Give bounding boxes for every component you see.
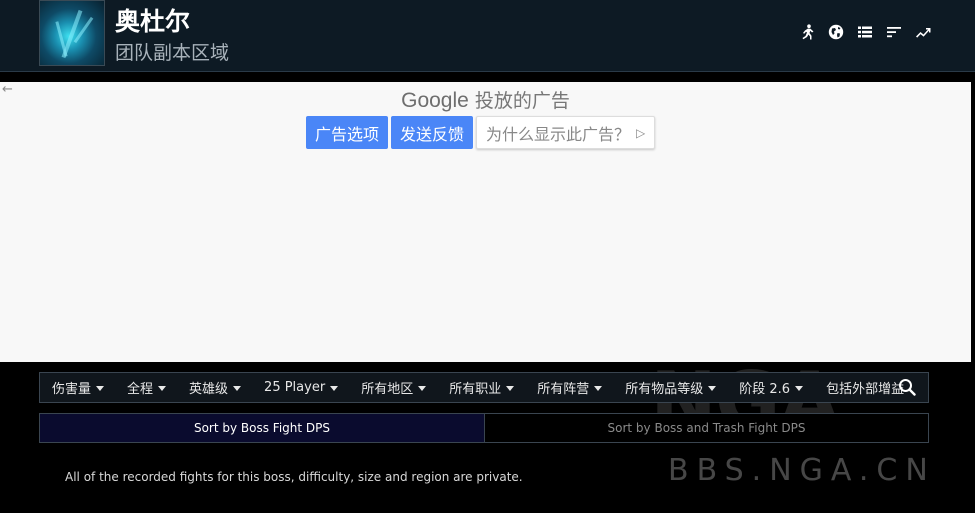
nga-watermark-text: BBS.NGA.CN	[668, 453, 936, 488]
caret-down-icon	[233, 386, 242, 391]
filter-label: 所有职业	[449, 382, 502, 397]
caret-down-icon	[418, 386, 427, 391]
caret-down-icon	[158, 386, 167, 391]
caret-down-icon	[795, 386, 804, 391]
header-toolbar	[799, 22, 931, 42]
ad-why-button[interactable]: 为什么显示此广告？ ▷	[476, 116, 656, 149]
tab-boss-and-trash-dps[interactable]: Sort by Boss and Trash Fight DPS	[485, 414, 928, 442]
filter-region[interactable]: 所有地区	[349, 378, 437, 397]
filter-size[interactable]: 25 Player	[252, 380, 349, 395]
filter-bar: 伤害量 全程 英雄级 25 Player 所有地区 所有职业 所有阵营 所有物品…	[39, 372, 929, 403]
filter-label: 25 Player	[264, 380, 326, 395]
zone-image	[39, 0, 105, 66]
zone-header: 奥杜尔 团队副本区域	[0, 0, 975, 72]
search-icon[interactable]	[898, 378, 918, 398]
sort-tabs: Sort by Boss Fight DPS Sort by Boss and …	[39, 413, 929, 443]
runner-icon[interactable]	[799, 22, 815, 42]
globe-icon[interactable]	[828, 22, 844, 42]
caret-down-icon	[708, 386, 717, 391]
filter-class[interactable]: 所有职业	[437, 378, 525, 397]
filter-label: 所有物品等级	[625, 382, 704, 397]
filter-item-level[interactable]: 所有物品等级	[613, 378, 727, 397]
caret-down-icon	[330, 386, 339, 391]
filter-label: 全程	[127, 382, 154, 397]
filter-label: 伤害量	[52, 382, 92, 397]
adchoices-icon: ▷	[636, 125, 646, 140]
caret-down-icon	[96, 386, 105, 391]
ad-brand: Google 投放的广告	[0, 86, 971, 113]
filter-fight-scope[interactable]: 全程	[115, 378, 177, 397]
ad-options-button[interactable]: 广告选项	[306, 116, 389, 149]
filter-label: 包括外部增益	[826, 382, 905, 397]
sort-icon[interactable]	[886, 22, 902, 42]
tab-boss-fight-dps[interactable]: Sort by Boss Fight DPS	[40, 414, 485, 442]
filter-label: 英雄级	[189, 382, 229, 397]
filter-metric[interactable]: 伤害量	[40, 378, 115, 397]
zone-title: 奥杜尔	[115, 7, 191, 36]
ad-panel: ← Google 投放的广告 广告选项 发送反馈 为什么显示此广告？ ▷	[0, 82, 971, 362]
list-icon[interactable]	[857, 22, 873, 42]
filter-phase[interactable]: 阶段 2.6	[727, 378, 814, 397]
google-logo: Google	[401, 89, 469, 112]
zone-subtitle: 团队副本区域	[115, 42, 230, 64]
private-fights-message: All of the recorded fights for this boss…	[65, 470, 523, 484]
trend-icon[interactable]	[915, 22, 931, 42]
filter-label: 所有阵营	[537, 382, 590, 397]
filter-difficulty[interactable]: 英雄级	[177, 378, 252, 397]
caret-down-icon	[594, 386, 603, 391]
ad-buttons: 广告选项 发送反馈 为什么显示此广告？ ▷	[306, 116, 656, 149]
filter-faction[interactable]: 所有阵营	[525, 378, 613, 397]
caret-down-icon	[506, 386, 515, 391]
ad-brand-suffix: 投放的广告	[474, 90, 570, 112]
ad-feedback-button[interactable]: 发送反馈	[391, 116, 474, 149]
filter-label: 阶段 2.6	[739, 382, 791, 397]
page-root: 奥杜尔 团队副本区域 ← Google 投放的广告 广告选项 发送反馈 为什么显…	[0, 0, 975, 513]
filter-label: 所有地区	[361, 382, 414, 397]
ad-why-label: 为什么显示此广告？	[486, 124, 631, 144]
